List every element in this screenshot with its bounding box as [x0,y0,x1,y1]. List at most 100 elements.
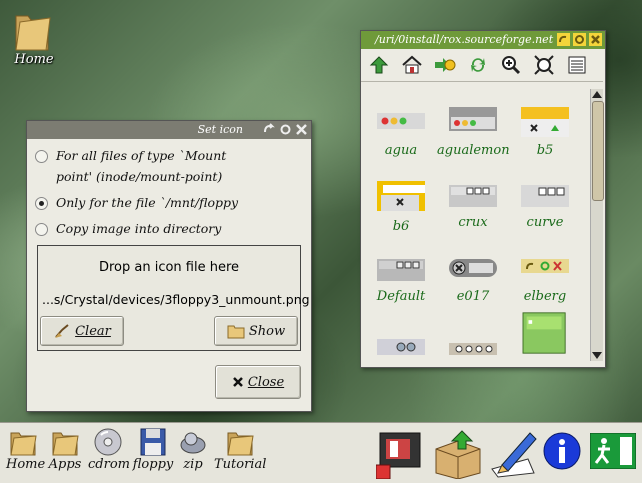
scroll-up-icon[interactable] [592,91,602,98]
list-item[interactable]: b6 [365,179,437,234]
list-item[interactable] [437,325,509,361]
list-item[interactable]: curve [509,179,581,230]
panel-item-home[interactable]: Home [6,427,46,472]
list-item[interactable] [365,325,437,361]
shade-icon[interactable] [262,122,277,137]
panel-item-floppy[interactable]: floppy [132,427,174,472]
list-item[interactable]: agualemon [437,107,510,158]
list-item[interactable] [509,311,581,361]
theme-thumbnail-icon [449,107,497,131]
iconify-icon[interactable] [572,32,587,47]
radio-label: For all files of type `Mount [56,148,227,163]
item-label: crux [458,215,488,230]
info-icon[interactable] [542,431,582,471]
folder-icon [227,325,245,339]
zoom-fit-icon[interactable] [530,51,558,79]
close-icon[interactable] [588,32,603,47]
radio-label: Copy image into directory [56,221,222,236]
floppy-icon [140,428,166,456]
radio-label: point' (inode/mount-point) [56,169,223,184]
clear-label: Clear [75,323,111,339]
radio-button[interactable] [35,223,48,236]
list-item[interactable]: b5 [509,107,581,158]
list-item[interactable]: crux [437,179,509,230]
panel-item-cdrom[interactable]: cdrom [88,427,130,472]
drop-text: Drop an icon file here [98,260,240,275]
radio-only-file[interactable]: Only for the file `/mnt/floppy [35,192,238,213]
item-label: agua [384,143,418,158]
details-icon[interactable] [563,51,591,79]
close-label: Close [247,374,285,390]
theme-thumbnail-icon [377,339,425,355]
edit-icon[interactable] [488,429,538,479]
panel-label: floppy [132,457,174,472]
theme-thumbnail-icon [521,259,569,273]
item-label: b5 [536,143,554,158]
close-button[interactable]: Close [215,365,301,399]
vertical-scrollbar[interactable] [590,89,604,361]
clear-button[interactable]: Clear [40,316,124,346]
paint-icon[interactable] [376,431,424,479]
scroll-down-icon[interactable] [592,352,602,359]
folder-icon [227,432,254,456]
set-icon-window: Set icon For all files of type `Mount po… [26,120,312,412]
theme-thumbnail-icon [449,185,497,207]
radio-button[interactable] [35,197,48,210]
shade-icon[interactable] [556,32,571,47]
iconify-icon[interactable] [278,122,293,137]
panel-item-apps[interactable]: Apps [48,427,82,472]
panel-label: Apps [48,457,82,472]
theme-thumbnail-icon [449,343,497,355]
item-label: elberg [523,289,567,304]
theme-thumbnail-icon [377,259,425,281]
radio-copy-image[interactable]: Copy image into directory [35,218,221,239]
show-label: Show [248,323,286,339]
window-title: Set icon [197,123,243,136]
bottom-panel: Home Apps cdrom floppy zip Tutorial [0,422,642,483]
theme-thumbnail-icon [377,181,425,211]
list-item[interactable]: agua [365,107,437,158]
cdrom-icon [94,428,122,456]
zoom-in-icon[interactable] [497,51,525,79]
item-label: agualemon [437,143,510,158]
desktop-home-icon[interactable]: Home [12,6,56,67]
close-x-icon [232,377,243,387]
list-item[interactable]: e017 [437,253,509,304]
scroll-thumb[interactable] [592,101,604,201]
up-icon[interactable] [365,51,393,79]
go-icon[interactable] [431,51,459,79]
radio-label: Only for the file `/mnt/floppy [56,195,239,210]
set-icon-titlebar[interactable]: Set icon [27,121,311,139]
panel-item-zip[interactable]: zip [178,427,208,472]
filer-window: /uri/0install/rox.sourceforge.net agua a… [360,30,606,368]
panel-item-tutorial[interactable]: Tutorial [214,427,266,472]
icon-drop-zone[interactable]: Drop an icon file here ...s/Crystal/devi… [37,245,310,351]
list-item[interactable]: elberg [509,253,581,304]
theme-thumbnail-icon [521,185,569,207]
panel-label: Home [6,457,46,472]
theme-thumbnail-icon [377,113,425,129]
panel-label: Tutorial [214,457,267,472]
archive-icon[interactable] [432,429,484,479]
radio-mount-point[interactable]: For all files of type `Mount point' (ino… [35,145,226,187]
theme-thumbnail-icon [449,259,497,277]
filer-toolbar [361,49,603,82]
item-label: Default [376,289,426,304]
panel-label: zip [183,457,203,472]
exit-icon[interactable] [590,433,636,469]
show-button[interactable]: Show [214,316,298,346]
desktop-home-label: Home [14,52,54,67]
folder-icon [15,15,51,51]
item-label: b6 [392,219,410,234]
home-icon[interactable] [398,51,426,79]
item-label: curve [526,215,564,230]
filer-titlebar[interactable]: /uri/0install/rox.sourceforge.net [361,31,605,49]
broom-icon [55,324,69,338]
radio-button[interactable] [35,150,48,163]
theme-thumbnail-icon [522,312,566,354]
refresh-icon[interactable] [464,51,492,79]
close-icon[interactable] [294,122,309,137]
panel-label: cdrom [88,457,130,472]
folder-icon [52,432,79,456]
list-item[interactable]: Default [365,253,437,304]
